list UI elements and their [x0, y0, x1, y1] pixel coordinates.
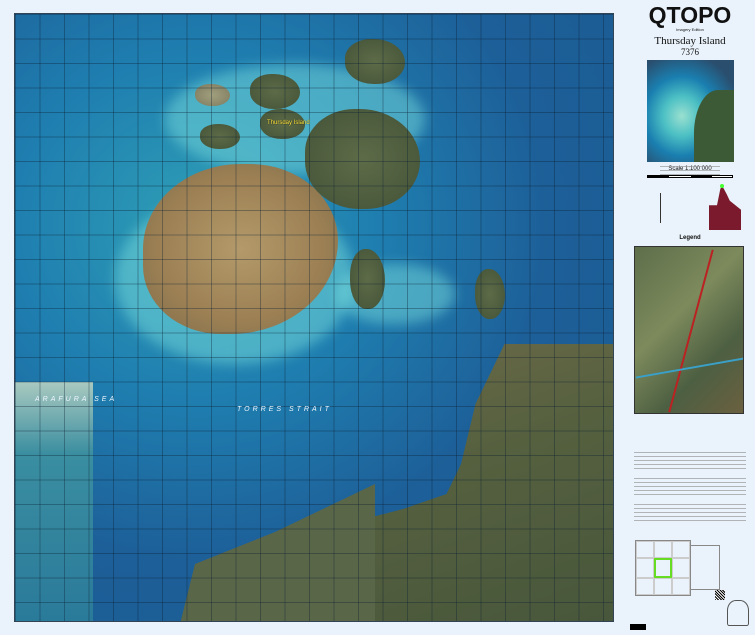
- edition-label: Imagery Edition: [676, 27, 704, 32]
- legend-heading: Legend: [679, 235, 701, 241]
- sheet-name: Thursday Island: [654, 35, 726, 47]
- label-arafura-sea: ARAFURA SEA: [35, 396, 118, 403]
- queensland-locator-map: [709, 185, 741, 230]
- sheet-number: 7376: [681, 47, 699, 57]
- locator-dot: [720, 184, 724, 188]
- legend-image: [634, 246, 744, 414]
- projection-text: [660, 166, 720, 178]
- notes-text-3: [634, 504, 746, 524]
- north-arrow-icon: [660, 193, 661, 223]
- qr-code: [715, 590, 725, 600]
- map-grid: [15, 14, 613, 621]
- map-info-panel: QTOPO Imagery Edition Thursday Island 73…: [625, 0, 755, 635]
- cover-photo: [646, 60, 734, 162]
- copyright: [630, 617, 646, 635]
- notes-text: [634, 452, 746, 472]
- adjoining-sheets-diagram: [635, 540, 691, 596]
- cc-license-icon: [630, 624, 646, 630]
- top-grid-ticks: [14, 0, 614, 13]
- folding-diagram: [690, 545, 720, 590]
- product-title: QTOPO: [648, 2, 732, 28]
- notes-text-2: [634, 478, 746, 498]
- queensland-government-crest: [727, 600, 749, 626]
- label-thursday-island: Thursday Island: [267, 120, 310, 126]
- bottom-grid-ticks: [14, 622, 614, 635]
- label-torres-strait: TORRES STRAIT: [237, 406, 332, 413]
- map-canvas[interactable]: ARAFURA SEA TORRES STRAIT Thursday Islan…: [14, 13, 614, 622]
